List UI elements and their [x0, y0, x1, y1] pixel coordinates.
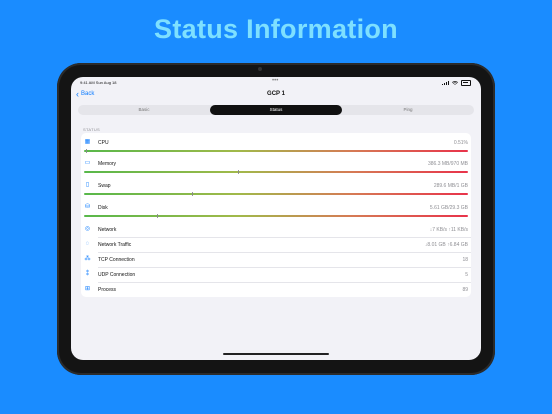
memory-bar [84, 170, 468, 174]
disk-icon: ⛁ [84, 204, 91, 210]
segmented-control: Basic Status Ping [78, 105, 474, 115]
cpu-bar [84, 149, 468, 153]
battery-icon [461, 80, 471, 86]
swap-bar-marker [191, 192, 193, 196]
swap-bar [84, 192, 468, 196]
camera-dot [258, 67, 262, 71]
disk-bar-marker [156, 214, 159, 218]
memory-bar-marker [237, 170, 239, 174]
cpu-icon: ▦ [84, 139, 91, 145]
swap-file-icon: ▯ [85, 182, 90, 188]
memory-value: 386.3 MB/970 MB [427, 161, 468, 167]
process-icon: ⊞ [84, 286, 91, 292]
cpu-bar-marker [85, 149, 88, 153]
swap-value: 289.6 MB/1 GB [433, 183, 468, 189]
headline: Status Information [154, 14, 398, 44]
tcp-label: TCP Connection [98, 257, 135, 263]
home-indicator[interactable] [223, 353, 329, 355]
disk-label: Disk [98, 205, 108, 211]
section-header: STATUS [83, 127, 100, 132]
tcp-icon: ⁂ [84, 256, 91, 262]
traffic-icon: ◌ [85, 241, 90, 247]
cpu-value: 0.51% [453, 140, 468, 146]
tab-status[interactable]: Status [210, 105, 342, 115]
page-title: GCP 1 [267, 91, 285, 97]
tab-basic[interactable]: Basic [78, 105, 210, 115]
network-value: ↓7 KB/s ↑11 KB/s [429, 227, 468, 233]
app-screen: 9:41 AM Sun Aug 18 ••• ‹ Back GCP 1 Basi… [71, 77, 481, 360]
process-label: Process [98, 287, 117, 293]
divider [98, 267, 471, 268]
wifi-icon [452, 81, 458, 85]
divider [98, 252, 471, 253]
divider [98, 282, 471, 283]
status-time: 9:41 AM Sun Aug 18 [80, 80, 117, 85]
status-icons [442, 80, 471, 86]
nav-bar: ‹ Back GCP 1 [71, 89, 481, 103]
status-card: ▦ CPU 0.51% ▭ Memory 386.3 MB/970 MB ▯ S… [81, 133, 471, 297]
udp-value: 5 [465, 272, 468, 278]
traffic-value: ↓8.01 GB ↑6.84 GB [424, 242, 468, 248]
disk-bar [84, 214, 468, 218]
divider [98, 237, 471, 238]
swap-label: Swap [98, 183, 111, 189]
status-bar: 9:41 AM Sun Aug 18 ••• [71, 77, 481, 87]
disk-value: 5.61 GB/29.3 GB [429, 205, 468, 211]
tab-ping[interactable]: Ping [342, 105, 474, 115]
process-value: 89 [462, 287, 468, 293]
traffic-label: Network Traffic [98, 242, 132, 248]
udp-icon: ⁑ [86, 271, 89, 277]
cpu-label: CPU [98, 140, 109, 146]
network-icon: ◎ [84, 226, 91, 232]
cellular-icon [442, 81, 449, 85]
multitask-dots[interactable]: ••• [272, 78, 278, 84]
memory-label: Memory [98, 161, 117, 167]
memory-icon: ▭ [84, 160, 91, 166]
udp-label: UDP Connection [98, 272, 136, 278]
tcp-value: 18 [462, 257, 468, 263]
network-label: Network [98, 227, 117, 233]
